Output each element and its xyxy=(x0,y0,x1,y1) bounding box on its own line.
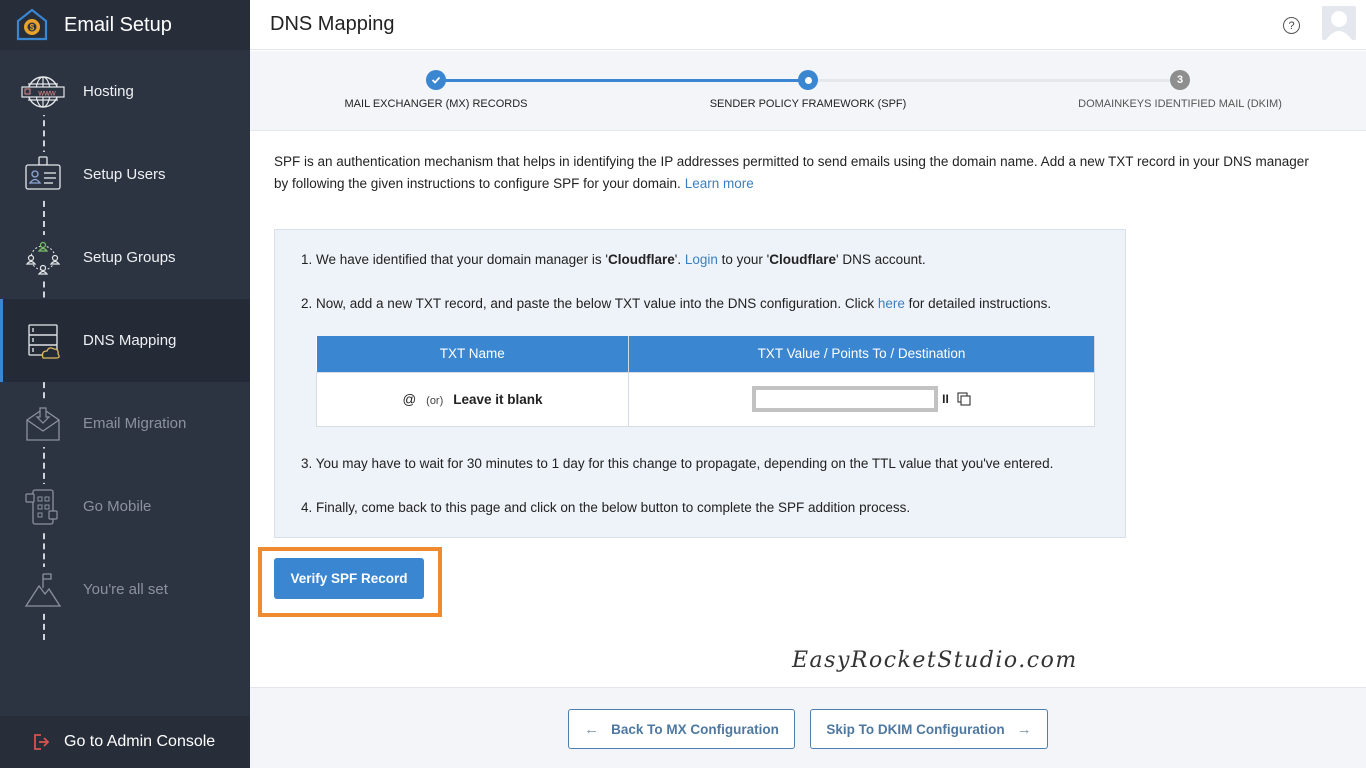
go-to-admin-console-link[interactable]: Go to Admin Console xyxy=(0,716,250,768)
spf-description-text: SPF is an authentication mechanism that … xyxy=(274,154,1309,191)
sidebar-item-dns-mapping[interactable]: DNS Mapping xyxy=(0,299,250,382)
step-mx-checkmark-icon[interactable] xyxy=(426,70,446,90)
group-network-icon xyxy=(20,234,66,281)
txt-value-field[interactable] xyxy=(752,386,939,412)
or-text: (or) xyxy=(426,394,444,407)
step-spf-current-icon[interactable] xyxy=(798,70,818,90)
instruction-text: 2. Now, add a new TXT record, and paste … xyxy=(301,296,878,311)
sidebar-item-label: You're all set xyxy=(83,581,168,598)
admin-console-label: Go to Admin Console xyxy=(64,733,216,750)
instruction-text: '. xyxy=(674,252,685,267)
user-avatar[interactable] xyxy=(1322,6,1356,40)
globe-www-icon: www xyxy=(20,68,66,115)
svg-text:www: www xyxy=(37,88,56,97)
here-link[interactable]: here xyxy=(878,296,905,311)
column-header-txt-name: TXT Name xyxy=(316,336,629,372)
instruction-text: 1. We have identified that your domain m… xyxy=(301,252,608,267)
back-button-label: Back To MX Configuration xyxy=(611,721,779,737)
sidebar-header: $ Email Setup xyxy=(0,0,250,50)
copy-icon[interactable] xyxy=(957,392,971,406)
arrow-left-icon: ← xyxy=(584,720,600,738)
stepper-track-pending xyxy=(808,79,1180,82)
instructions-panel: 1. We have identified that your domain m… xyxy=(274,229,1126,538)
column-header-txt-value: TXT Value / Points To / Destination xyxy=(628,336,1095,372)
sidebar-item-email-migration[interactable]: Email Migration xyxy=(0,382,250,465)
sidebar-item-hosting[interactable]: www Hosting xyxy=(0,50,250,133)
server-cloud-icon xyxy=(20,317,66,364)
instruction-step-1: 1. We have identified that your domain m… xyxy=(301,252,926,267)
watermark-text: EasyRocketStudio.com xyxy=(792,648,1078,673)
sidebar-item-label: DNS Mapping xyxy=(83,332,177,349)
spf-description: SPF is an authentication mechanism that … xyxy=(274,151,1314,195)
instruction-step-2: 2. Now, add a new TXT record, and paste … xyxy=(301,296,1051,311)
provider-name: Cloudflare xyxy=(769,252,837,267)
instruction-step-4: 4. Finally, come back to this page and c… xyxy=(301,500,911,515)
arrow-right-icon: → xyxy=(1016,720,1032,738)
leave-blank-text: Leave it blank xyxy=(453,391,543,407)
sidebar-item-go-mobile[interactable]: Go Mobile xyxy=(0,465,250,548)
setup-steps: www Hosting Setup Users Setup Groups DNS… xyxy=(0,50,250,640)
sidebar-item-label: Setup Groups xyxy=(83,249,176,266)
app-title: Email Setup xyxy=(64,13,172,36)
learn-more-link[interactable]: Learn more xyxy=(685,176,754,191)
value-suffix-text: II xyxy=(942,392,949,406)
top-bar: DNS Mapping ? xyxy=(250,0,1366,50)
txt-record-table: TXT Name TXT Value / Points To / Destina… xyxy=(316,336,1095,427)
table-header-row: TXT Name TXT Value / Points To / Destina… xyxy=(316,336,1095,372)
step-label-spf[interactable]: SENDER POLICY FRAMEWORK (SPF) xyxy=(710,98,907,110)
step-label-dkim[interactable]: DOMAINKEYS IDENTIFIED MAIL (DKIM) xyxy=(1078,98,1282,110)
step-label-mx[interactable]: MAIL EXCHANGER (MX) RECORDS xyxy=(345,98,528,110)
sidebar-item-label: Go Mobile xyxy=(83,498,152,515)
help-icon[interactable]: ? xyxy=(1283,17,1300,34)
progress-stepper: 3 MAIL EXCHANGER (MX) RECORDS SENDER POL… xyxy=(250,51,1366,131)
sidebar-item-youre-all-set[interactable]: You're all set xyxy=(0,548,250,631)
stepper-track-completed xyxy=(436,79,808,82)
login-link[interactable]: Login xyxy=(685,252,718,267)
page-title: DNS Mapping xyxy=(270,13,395,35)
footer-navigation: ← Back To MX Configuration Skip To DKIM … xyxy=(250,687,1366,768)
instruction-text: for detailed instructions. xyxy=(904,296,1052,311)
step-dkim-number[interactable]: 3 xyxy=(1170,70,1190,90)
verify-spf-record-button[interactable]: Verify SPF Record xyxy=(274,558,424,599)
instruction-text: to your ' xyxy=(717,252,770,267)
at-symbol: @ xyxy=(402,391,417,407)
svg-text:$: $ xyxy=(30,23,35,32)
mountain-flag-icon xyxy=(20,566,66,613)
skip-button-label: Skip To DKIM Configuration xyxy=(826,721,1005,737)
instruction-step-3: 3. You may have to wait for 30 minutes t… xyxy=(301,456,1054,471)
sidebar-item-label: Hosting xyxy=(83,83,134,100)
back-to-mx-button[interactable]: ← Back To MX Configuration xyxy=(568,709,795,749)
txt-name-cell: @ (or) Leave it blank xyxy=(316,371,629,427)
sidebar-item-setup-users[interactable]: Setup Users xyxy=(0,133,250,216)
provider-name: Cloudflare xyxy=(608,252,675,267)
skip-to-dkim-button[interactable]: Skip To DKIM Configuration → xyxy=(810,709,1048,749)
id-card-icon xyxy=(20,151,66,198)
email-setup-logo-icon: $ xyxy=(16,8,48,41)
txt-value-cell: II xyxy=(628,371,1095,427)
sidebar: $ Email Setup www Hosting Setup Users Se… xyxy=(0,0,250,768)
user-silhouette-icon xyxy=(1322,6,1356,40)
instruction-text: ' DNS account. xyxy=(836,252,926,267)
sidebar-item-setup-groups[interactable]: Setup Groups xyxy=(0,216,250,299)
sidebar-item-label: Setup Users xyxy=(83,166,166,183)
mobile-apps-icon xyxy=(20,483,66,530)
sidebar-item-label: Email Migration xyxy=(83,415,187,432)
exit-arrow-icon xyxy=(34,734,50,750)
table-row: @ (or) Leave it blank II xyxy=(316,371,1095,427)
envelope-download-icon xyxy=(20,400,66,447)
